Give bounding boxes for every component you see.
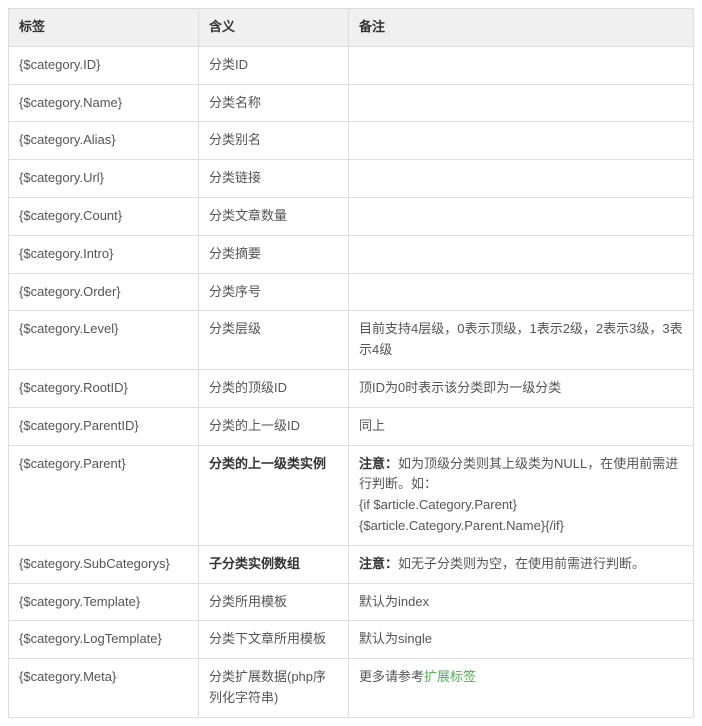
cell-note [349, 46, 694, 84]
cell-tag: {$category.Meta} [9, 659, 199, 718]
cell-note: 注意：如为顶级分类则其上级类为NULL，在使用前需进行判断。如： {if $art… [349, 445, 694, 545]
cell-tag: {$category.LogTemplate} [9, 621, 199, 659]
cell-meaning: 分类序号 [199, 273, 349, 311]
table-row: {$category.ParentID}分类的上一级ID同上 [9, 407, 694, 445]
header-meaning: 含义 [199, 9, 349, 47]
table-row: {$category.Parent}分类的上一级类实例注意：如为顶级分类则其上级… [9, 445, 694, 545]
table-header-row: 标签 含义 备注 [9, 9, 694, 47]
cell-meaning: 分类所用模板 [199, 583, 349, 621]
table-row: {$category.Intro}分类摘要 [9, 235, 694, 273]
cell-meaning: 子分类实例数组 [199, 545, 349, 583]
note-prefix: 更多请参考 [359, 669, 424, 684]
header-tag: 标签 [9, 9, 199, 47]
cell-tag: {$category.Count} [9, 197, 199, 235]
note-label: 注意： [359, 456, 398, 471]
table-row: {$category.Name}分类名称 [9, 84, 694, 122]
cell-note [349, 197, 694, 235]
cell-note: 顶ID为0时表示该分类即为一级分类 [349, 369, 694, 407]
cell-tag: {$category.RootID} [9, 369, 199, 407]
cell-meaning: 分类文章数量 [199, 197, 349, 235]
cell-meaning: 分类的上一级类实例 [199, 445, 349, 545]
cell-note [349, 273, 694, 311]
note-text: 如为顶级分类则其上级类为NULL，在使用前需进行判断。如： [359, 456, 678, 492]
cell-tag: {$category.Name} [9, 84, 199, 122]
cell-tag: {$category.Template} [9, 583, 199, 621]
table-row: {$category.Alias}分类别名 [9, 122, 694, 160]
cell-tag: {$category.Order} [9, 273, 199, 311]
note-code-line: {if $article.Category.Parent} [359, 497, 517, 512]
cell-tag: {$category.SubCategorys} [9, 545, 199, 583]
table-row: {$category.LogTemplate}分类下文章所用模板默认为singl… [9, 621, 694, 659]
cell-meaning: 分类别名 [199, 122, 349, 160]
category-tags-table: 标签 含义 备注 {$category.ID}分类ID{$category.Na… [8, 8, 694, 718]
cell-tag: {$category.Level} [9, 311, 199, 370]
cell-meaning: 分类下文章所用模板 [199, 621, 349, 659]
cell-tag: {$category.ParentID} [9, 407, 199, 445]
cell-meaning: 分类摘要 [199, 235, 349, 273]
table-row: {$category.SubCategorys}子分类实例数组注意：如无子分类则… [9, 545, 694, 583]
cell-note [349, 122, 694, 160]
cell-meaning: 分类ID [199, 46, 349, 84]
note-code-line: {$article.Category.Parent.Name}{/if} [359, 518, 564, 533]
cell-note [349, 160, 694, 198]
table-row: {$category.Order}分类序号 [9, 273, 694, 311]
cell-meaning: 分类扩展数据(php序列化字符串) [199, 659, 349, 718]
cell-tag: {$category.Parent} [9, 445, 199, 545]
table-row: {$category.Meta}分类扩展数据(php序列化字符串)更多请参考扩展… [9, 659, 694, 718]
cell-meaning: 分类层级 [199, 311, 349, 370]
table-row: {$category.RootID}分类的顶级ID顶ID为0时表示该分类即为一级… [9, 369, 694, 407]
note-text: 如无子分类则为空，在使用前需进行判断。 [398, 556, 645, 571]
cell-tag: {$category.ID} [9, 46, 199, 84]
table-row: {$category.ID}分类ID [9, 46, 694, 84]
table-row: {$category.Template}分类所用模板默认为index [9, 583, 694, 621]
cell-note: 目前支持4层级，0表示顶级，1表示2级，2表示3级，3表示4级 [349, 311, 694, 370]
cell-tag: {$category.Intro} [9, 235, 199, 273]
cell-note: 默认为single [349, 621, 694, 659]
cell-tag: {$category.Alias} [9, 122, 199, 160]
cell-note: 默认为index [349, 583, 694, 621]
cell-note [349, 84, 694, 122]
cell-note: 同上 [349, 407, 694, 445]
table-row: {$category.Url}分类链接 [9, 160, 694, 198]
table-row: {$category.Count}分类文章数量 [9, 197, 694, 235]
cell-meaning: 分类链接 [199, 160, 349, 198]
cell-note: 更多请参考扩展标签 [349, 659, 694, 718]
cell-note: 注意：如无子分类则为空，在使用前需进行判断。 [349, 545, 694, 583]
cell-note [349, 235, 694, 273]
cell-meaning: 分类的顶级ID [199, 369, 349, 407]
cell-meaning: 分类的上一级ID [199, 407, 349, 445]
cell-meaning: 分类名称 [199, 84, 349, 122]
table-row: {$category.Level}分类层级目前支持4层级，0表示顶级，1表示2级… [9, 311, 694, 370]
note-label: 注意： [359, 556, 398, 571]
header-note: 备注 [349, 9, 694, 47]
cell-tag: {$category.Url} [9, 160, 199, 198]
extension-tags-link[interactable]: 扩展标签 [424, 669, 476, 684]
